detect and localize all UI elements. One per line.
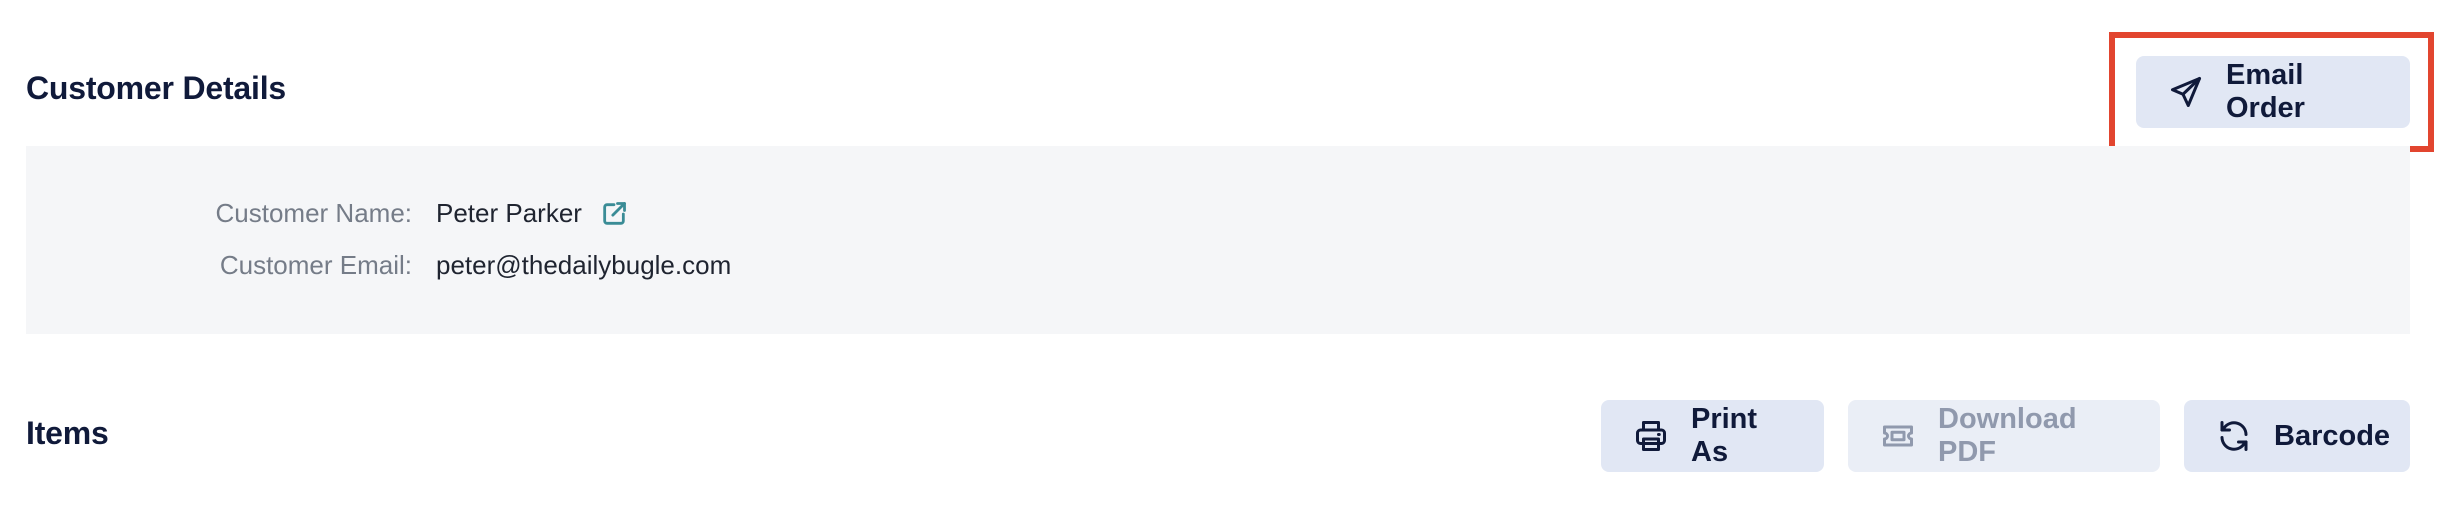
customer-name-link[interactable]: Peter Parker (436, 198, 628, 229)
print-as-label: Print As (1691, 403, 1758, 468)
customer-email-row: Customer Email: peter@thedailybugle.com (52, 250, 731, 281)
items-heading: Items (26, 415, 109, 451)
barcode-label: Barcode (2274, 419, 2391, 452)
barcode-button[interactable]: Barcode (2184, 400, 2410, 472)
refresh-icon (2216, 417, 2252, 455)
external-link-icon (603, 201, 626, 225)
customer-name-value: Peter Parker (436, 198, 582, 228)
customer-name-label: Customer Name: (215, 198, 413, 228)
customer-name-row: Customer Name: Peter Parker (52, 198, 628, 229)
email-order-label: Email Order (2226, 59, 2305, 124)
customer-details-panel: Customer Name: Peter Parker Customer Ema… (26, 146, 2410, 334)
download-pdf-button[interactable]: Download PDF (1848, 400, 2160, 472)
ticket-icon (1880, 417, 1916, 455)
customer-email-value: peter@thedailybugle.com (436, 250, 732, 280)
customer-email-label: Customer Email: (219, 250, 412, 280)
customer-details-heading: Customer Details (26, 70, 286, 106)
email-order-button[interactable]: Email Order (2136, 56, 2410, 128)
printer-icon (1633, 417, 1669, 455)
download-pdf-label: Download PDF (1938, 403, 2077, 468)
order-page: Customer Details Email Order Customer Na… (0, 0, 2440, 510)
paper-plane-icon (2168, 73, 2204, 111)
print-as-button[interactable]: Print As (1601, 400, 1824, 472)
